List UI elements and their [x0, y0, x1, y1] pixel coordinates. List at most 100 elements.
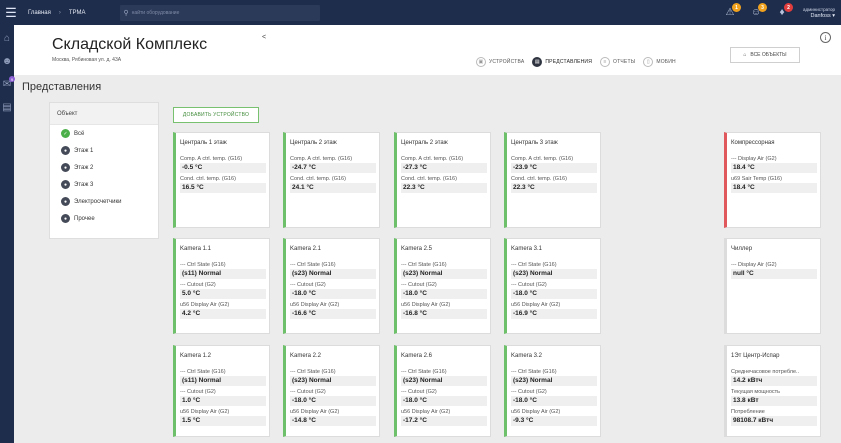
- param-value: 4.2 °C: [180, 309, 266, 319]
- device-card[interactable]: Kamera 3.1 --- Ctrl State (G16) (s23) Nor…: [504, 238, 601, 334]
- param-value: -16.8 °C: [401, 309, 487, 319]
- search-input[interactable]: ⚲ найти оборудование: [119, 4, 320, 21]
- tab-views-label: ПРЕДСТАВЛЕНИЯ: [545, 59, 593, 65]
- notification-bell-icon[interactable]: ♦ 2: [769, 0, 795, 25]
- param-label: --- Ctrl State (G16): [290, 262, 336, 268]
- param-label: --- Cutout (G2): [290, 389, 326, 395]
- param-value: 1.0 °C: [180, 396, 266, 406]
- section-title: Представления: [22, 81, 102, 93]
- alarm-count-badge: 1: [732, 3, 742, 12]
- device-card[interactable]: Централь 1 этаж Comp. A ctrl. temp. (G16…: [173, 132, 270, 228]
- check-icon: ✓: [61, 129, 70, 138]
- param-label: --- Ctrl State (G16): [401, 262, 447, 268]
- device-card-offline[interactable]: Чиллер --- Display Air (G2) null °C: [724, 238, 821, 334]
- param-value: -17.2 °C: [401, 416, 487, 426]
- users-icon[interactable]: ☺ 3: [743, 0, 769, 25]
- meter-card[interactable]: 1Эт Центр-Испар Среднечасовое потребле..…: [724, 345, 821, 437]
- param-value: -0.5 °C: [180, 163, 266, 173]
- param-value: -18.0 °C: [401, 289, 487, 299]
- top-bar: ☰ Главная › TPMA ⚲ найти оборудование ⚠ 1…: [0, 0, 841, 25]
- param-label: --- Ctrl State (G16): [180, 262, 226, 268]
- filter-item-floor-1[interactable]: ● Этаж 1: [50, 142, 158, 159]
- device-name: Kamera 3.2: [511, 353, 543, 359]
- device-card[interactable]: Kamera 2.1 --- Ctrl State (G16) (s23) Nor…: [283, 238, 380, 334]
- param-label: Comp. A ctrl. temp. (G16): [290, 156, 353, 162]
- device-name: Kamera 3.1: [511, 246, 543, 252]
- tab-devices-label: УСТРОЙСТВА: [489, 59, 525, 65]
- param-label: --- Cutout (G2): [290, 282, 326, 288]
- param-label: Comp. A ctrl. temp. (G16): [511, 156, 574, 162]
- param-value: 22.3 °C: [511, 183, 597, 193]
- breadcrumb-home[interactable]: Главная: [22, 0, 57, 25]
- filter-item-label: Этаж 1: [74, 147, 94, 154]
- param-label: --- Display Air (G2): [731, 156, 777, 162]
- alarm-bell-icon[interactable]: ⚠ 1: [717, 0, 743, 25]
- param-value: -18.0 °C: [290, 289, 376, 299]
- filter-item-label: Прочее: [74, 215, 95, 222]
- param-label: u56 Display Air (G2): [290, 302, 340, 308]
- param-value: 1.5 °C: [180, 416, 266, 426]
- messages-icon[interactable]: ✉ 9: [0, 76, 15, 91]
- user-menu[interactable]: администратор Danfoss ▾: [795, 7, 841, 19]
- filter-item-label: Всё: [74, 130, 85, 137]
- breadcrumb-site[interactable]: TPMA: [63, 0, 92, 25]
- param-value: (s11) Normal: [180, 269, 266, 279]
- building-icon: ⌂: [743, 52, 747, 58]
- add-device-button[interactable]: ДОБАВИТЬ УСТРОЙСТВО: [173, 107, 259, 123]
- all-objects-button[interactable]: ⌂ ВСЕ ОБЪЕКТЫ: [730, 47, 800, 63]
- tab-mobin-label: МОБИН: [656, 59, 676, 65]
- param-label: --- Cutout (G2): [511, 282, 547, 288]
- filter-item-meters[interactable]: ● Электросчетчики: [50, 193, 158, 210]
- param-value: 13.8 кВт: [731, 396, 817, 406]
- filter-item-all[interactable]: ✓ Всё: [50, 125, 158, 142]
- param-label: u69 Sair Temp (G16): [731, 176, 782, 182]
- hamburger-menu-icon[interactable]: ☰: [0, 0, 22, 25]
- param-value: -24.7 °C: [290, 163, 376, 173]
- param-label: Потребление: [731, 409, 765, 415]
- device-card[interactable]: Централь 3 этаж Comp. A ctrl. temp. (G16…: [504, 132, 601, 228]
- param-value: (s23) Normal: [511, 376, 597, 386]
- param-label: --- Cutout (G2): [511, 389, 547, 395]
- device-name: Kamera 2.6: [401, 353, 433, 359]
- users-group-icon[interactable]: ☻: [0, 54, 14, 68]
- tab-mobin[interactable]: ▯ МОБИН: [643, 57, 676, 67]
- filter-item-floor-3[interactable]: ● Этаж 3: [50, 176, 158, 193]
- device-card[interactable]: Kamera 3.2 --- Ctrl State (G16) (s23) Nor…: [504, 345, 601, 437]
- device-card[interactable]: Централь 2 этаж Comp. A ctrl. temp. (G16…: [283, 132, 380, 228]
- device-card[interactable]: Kamera 1.2 --- Ctrl State (G16) (s11) Nor…: [173, 345, 270, 437]
- device-name: Централь 3 этаж: [511, 140, 558, 146]
- param-value: -9.3 °C: [511, 416, 597, 426]
- device-card[interactable]: Kamera 1.1 --- Ctrl State (G16) (s11) Nor…: [173, 238, 270, 334]
- param-value: 16.5 °C: [180, 183, 266, 193]
- param-value: 22.3 °C: [401, 183, 487, 193]
- home-icon[interactable]: ⌂: [0, 31, 14, 45]
- param-value: -18.0 °C: [290, 396, 376, 406]
- reports-icon: ≡: [600, 57, 611, 67]
- chevron-down-icon: ▾: [832, 12, 835, 19]
- device-card[interactable]: Kamera 2.5 --- Ctrl State (G16) (s23) Nor…: [394, 238, 491, 334]
- toggle-dot-icon: ●: [61, 180, 70, 189]
- toggle-dot-icon: ●: [61, 214, 70, 223]
- toggle-dot-icon: ●: [61, 163, 70, 172]
- param-label: u56 Display Air (G2): [401, 302, 451, 308]
- param-label: Comp. A ctrl. temp. (G16): [401, 156, 464, 162]
- device-name: Централь 2 этаж: [290, 140, 337, 146]
- document-icon[interactable]: ▤: [0, 100, 14, 114]
- collapse-chevron-icon[interactable]: <: [262, 34, 266, 41]
- info-icon[interactable]: i: [820, 32, 831, 43]
- tab-reports[interactable]: ≡ ОТЧЕТЫ: [600, 57, 635, 67]
- param-label: u56 Display Air (G2): [511, 409, 561, 415]
- filter-item-label: Этаж 2: [74, 164, 94, 171]
- filter-item-floor-2[interactable]: ● Этаж 2: [50, 159, 158, 176]
- param-value: 5.0 °C: [180, 289, 266, 299]
- tab-views[interactable]: ▤ ПРЕДСТАВЛЕНИЯ: [532, 57, 592, 67]
- param-value: 18.4 °C: [731, 163, 817, 173]
- device-card[interactable]: Централь 2 этаж Comp. A ctrl. temp. (G16…: [394, 132, 491, 228]
- device-name: Компрессорная: [731, 140, 775, 146]
- device-card[interactable]: Kamera 2.6 --- Ctrl State (G16) (s23) Nor…: [394, 345, 491, 437]
- device-card[interactable]: Kamera 2.2 --- Ctrl State (G16) (s23) Nor…: [283, 345, 380, 437]
- left-rail: ⌂ ☻ ✉ 9 ▤: [0, 25, 15, 443]
- tab-devices[interactable]: ▣ УСТРОЙСТВА: [476, 57, 524, 67]
- filter-item-other[interactable]: ● Прочее: [50, 210, 158, 227]
- device-card-alarm[interactable]: Компрессорная --- Display Air (G2) 18.4 °…: [724, 132, 821, 228]
